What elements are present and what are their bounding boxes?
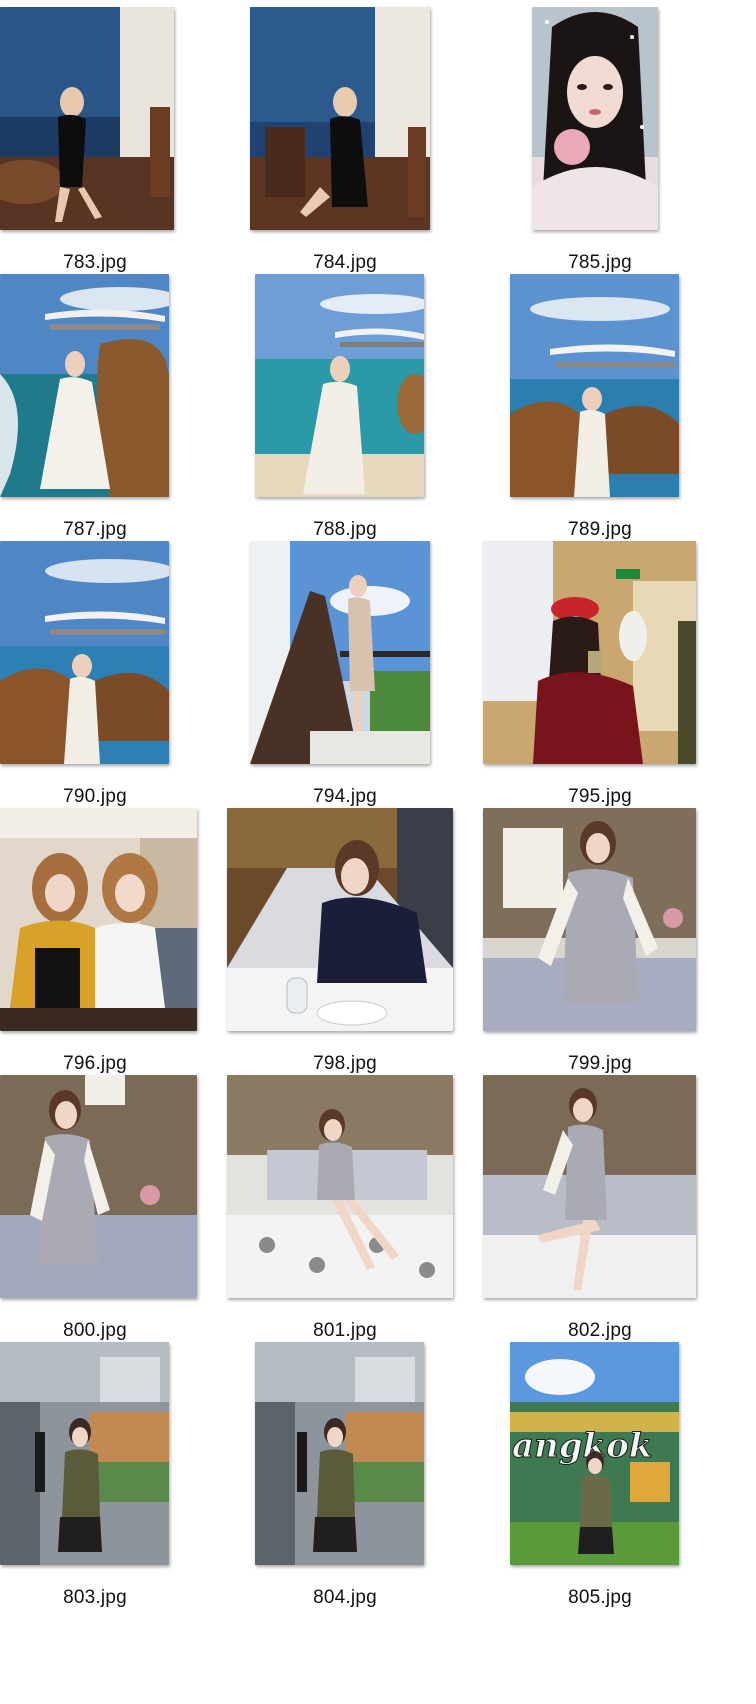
file-item[interactable]: 789.jpg [505, 267, 755, 557]
file-thumbnail[interactable] [255, 1342, 424, 1565]
file-thumbnail[interactable] [250, 541, 430, 764]
file-thumbnail[interactable] [483, 541, 696, 764]
file-name: 805.jpg [568, 1587, 632, 1608]
file-thumbnail[interactable]: angkok [510, 1342, 679, 1565]
file-name: 804.jpg [313, 1587, 377, 1608]
file-item[interactable]: 794.jpg [250, 534, 500, 824]
file-thumbnail[interactable] [255, 274, 424, 497]
file-item[interactable]: 785.jpg [505, 0, 755, 290]
file-thumbnail[interactable] [0, 7, 174, 230]
file-thumbnail[interactable] [483, 1075, 696, 1298]
file-item[interactable]: 801.jpg [227, 1068, 477, 1358]
file-thumbnail[interactable] [532, 7, 658, 230]
file-thumbnail[interactable] [0, 1342, 169, 1565]
file-item[interactable]: 784.jpg [250, 0, 500, 290]
file-thumbnail[interactable] [0, 808, 197, 1031]
file-item[interactable]: 803.jpg [0, 1335, 250, 1625]
file-thumbnail[interactable] [227, 808, 453, 1031]
file-thumbnail[interactable] [0, 541, 169, 764]
file-item[interactable]: 788.jpg [250, 267, 500, 557]
file-item[interactable]: 804.jpg [250, 1335, 500, 1625]
bangkok-sign: angkok [512, 1426, 652, 1466]
file-item[interactable]: 795.jpg [481, 534, 731, 824]
file-item[interactable]: 802.jpg [481, 1068, 731, 1358]
file-item[interactable]: 790.jpg [0, 534, 250, 824]
file-thumbnail[interactable] [250, 7, 430, 230]
file-item[interactable]: 796.jpg [0, 801, 250, 1091]
file-item[interactable]: 783.jpg [0, 0, 250, 290]
file-thumbnail[interactable] [483, 808, 696, 1031]
file-name: 803.jpg [63, 1587, 127, 1608]
file-item[interactable]: 800.jpg [0, 1068, 250, 1358]
file-thumbnail[interactable] [510, 274, 679, 497]
file-thumbnail[interactable] [0, 1075, 197, 1298]
file-thumbnail[interactable] [0, 274, 169, 497]
file-thumbnail[interactable] [227, 1075, 453, 1298]
file-grid: 783.jpg 784.jpg 785.jpg 787.jpg 788.jpg … [0, 0, 756, 1704]
file-item[interactable]: 799.jpg [481, 801, 731, 1091]
file-item[interactable]: angkok 805.jpg [505, 1335, 755, 1625]
file-item[interactable]: 798.jpg [227, 801, 477, 1091]
file-item[interactable]: 787.jpg [0, 267, 250, 557]
